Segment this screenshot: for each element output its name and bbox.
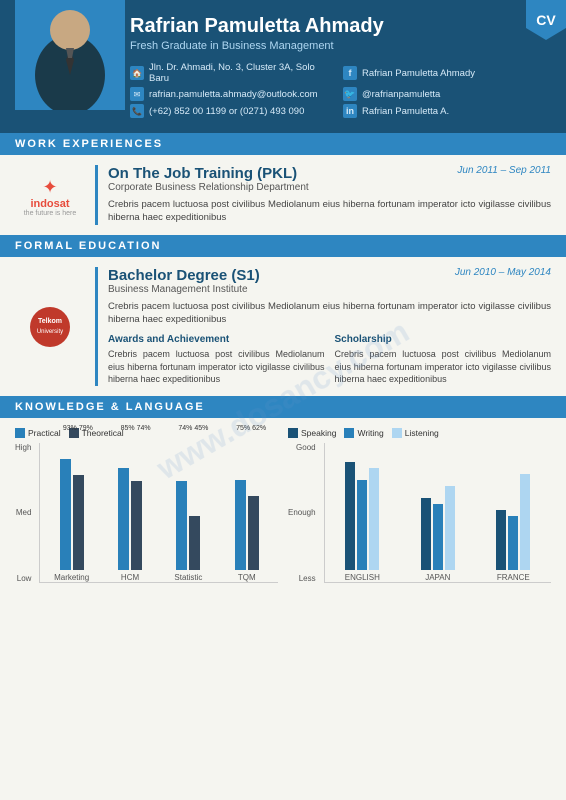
speaking-color: [288, 428, 298, 438]
edu-description: Crebris pacem luctuosa post civilibus Me…: [108, 300, 551, 327]
svg-text:Telkom: Telkom: [38, 318, 62, 325]
work-experiences-content: ✦ indosat the future is here On The Job …: [0, 155, 566, 235]
knowledge-chart: Practical Theoretical High Med Low: [15, 428, 278, 583]
contact-linkedin: in Rafrian Pamuletta A.: [343, 104, 546, 118]
linkedin-icon: in: [343, 104, 357, 118]
company-logo-indosat: ✦ indosat the future is here: [15, 165, 85, 225]
scholarship-section: Scholarship Crebris pacem luctuosa post …: [335, 334, 552, 386]
bar-france: FRANCE: [481, 474, 546, 582]
header-name: Rafrian Pamuletta Ahmady: [130, 15, 546, 38]
home-icon: 🏠: [130, 66, 144, 80]
legend-writing: Writing: [344, 428, 383, 438]
formal-education-content: Telkom University Bachelor Degree (S1) J…: [0, 257, 566, 396]
france-speaking-bar: [496, 510, 506, 570]
facebook-icon: f: [343, 66, 357, 80]
edu-institution: Business Management Institute: [108, 284, 551, 295]
contact-grid: 🏠 Jln. Dr. Ahmadi, No. 3, Cluster 3A, So…: [130, 62, 546, 118]
bar-japan: JAPAN: [405, 486, 470, 582]
contact-address: 🏠 Jln. Dr. Ahmadi, No. 3, Cluster 3A, So…: [130, 62, 333, 84]
tqm-theoretical-bar: [248, 496, 259, 570]
scholarship-title: Scholarship: [335, 334, 552, 345]
edu-title: Bachelor Degree (S1): [108, 267, 260, 284]
knowledge-bars: Marketing HCM Statistic: [39, 443, 278, 583]
legend-theoretical: Theoretical: [69, 428, 124, 438]
japan-speaking-bar: [421, 498, 431, 570]
bar-marketing: Marketing: [45, 459, 97, 582]
language-legend: Speaking Writing Listening: [288, 428, 551, 438]
awards-scholarship: Awards and Achievement Crebris pacem luc…: [108, 334, 551, 386]
bar-statistic: Statistic: [162, 481, 214, 582]
header: CV Rafrian Pamuletta Ahmady Fresh Gradua…: [0, 0, 566, 133]
twitter-icon: 🐦: [343, 87, 357, 101]
avatar: [15, 0, 125, 110]
knowledge-language-header: KNOWLEDGE & LANGUAGE: [0, 396, 566, 418]
company-logo-telkom: Telkom University: [15, 267, 85, 386]
legend-listening: Listening: [392, 428, 439, 438]
english-speaking-bar: [345, 462, 355, 570]
awards-section: Awards and Achievement Crebris pacem luc…: [108, 334, 325, 386]
bar-hcm: HCM: [104, 468, 156, 582]
phone-icon: 📞: [130, 104, 144, 118]
knowledge-language-content: Practical Theoretical High Med Low: [0, 418, 566, 593]
english-writing-bar: [357, 480, 367, 570]
bar-english: ENGLISH: [330, 462, 395, 582]
bar-tqm: TQM: [221, 480, 273, 582]
exp-description: Crebris pacem luctuosa post civilibus Me…: [108, 198, 551, 225]
indosat-star-icon: ✦: [24, 177, 77, 198]
japan-writing-bar: [433, 504, 443, 570]
exp-details: On The Job Training (PKL) Jun 2011 – Sep…: [95, 165, 551, 225]
marketing-practical-bar: [60, 459, 71, 570]
experience-item: ✦ indosat the future is here On The Job …: [15, 165, 551, 225]
header-title: Fresh Graduate in Business Management: [130, 40, 546, 52]
language-bars: ENGLISH JAPAN: [324, 443, 551, 583]
legend-speaking: Speaking: [288, 428, 336, 438]
knowledge-y-axis: High Med Low: [15, 443, 34, 583]
contact-phone: 📞 (+62) 852 00 1199 or (0271) 493 090: [130, 104, 333, 118]
svg-text:University: University: [36, 329, 62, 335]
exp-department: Corporate Business Relationship Departme…: [108, 182, 551, 193]
practical-color: [15, 428, 25, 438]
education-item: Telkom University Bachelor Degree (S1) J…: [15, 267, 551, 386]
exp-date: Jun 2011 – Sep 2011: [457, 165, 551, 176]
language-y-axis: Good Enough Less: [288, 443, 319, 583]
tqm-practical-bar: [235, 480, 246, 570]
exp-title: On The Job Training (PKL): [108, 165, 297, 182]
france-listening-bar: [520, 474, 530, 570]
work-experiences-header: WORK EXPERIENCES: [0, 133, 566, 155]
statistic-theoretical-bar: [189, 516, 200, 570]
contact-twitter: 🐦 @rafrianpamuletta: [343, 87, 546, 101]
edu-details: Bachelor Degree (S1) Jun 2010 – May 2014…: [95, 267, 551, 386]
france-writing-bar: [508, 516, 518, 570]
formal-education-header: FORMAL EDUCATION: [0, 235, 566, 257]
email-icon: ✉: [130, 87, 144, 101]
japan-listening-bar: [445, 486, 455, 570]
language-chart: Speaking Writing Listening Good Enough L…: [288, 428, 551, 583]
hcm-practical-bar: [118, 468, 129, 570]
edu-date: Jun 2010 – May 2014: [455, 267, 551, 278]
contact-facebook: f Rafrian Pamuletta Ahmady: [343, 62, 546, 84]
statistic-practical-bar: [176, 481, 187, 570]
english-listening-bar: [369, 468, 379, 570]
writing-color: [344, 428, 354, 438]
awards-text: Crebris pacem luctuosa post civilibus Me…: [108, 348, 325, 386]
awards-title: Awards and Achievement: [108, 334, 325, 345]
telkom-icon: Telkom University: [28, 305, 73, 350]
listening-color: [392, 428, 402, 438]
marketing-theoretical-bar: [73, 475, 84, 570]
legend-practical: Practical: [15, 428, 61, 438]
contact-email: ✉ rafrian.pamuletta.ahmady@outlook.com: [130, 87, 333, 101]
scholarship-text: Crebris pacem luctuosa post civilibus Me…: [335, 348, 552, 386]
hcm-theoretical-bar: [131, 481, 142, 570]
theoretical-color: [69, 428, 79, 438]
